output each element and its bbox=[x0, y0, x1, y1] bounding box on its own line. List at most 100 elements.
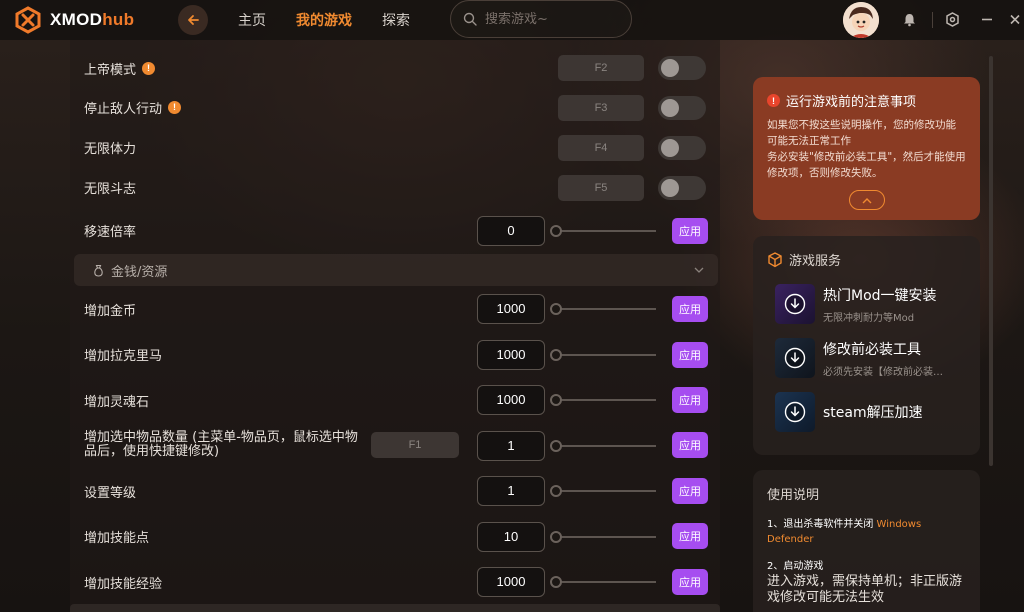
hotkey-badge[interactable]: F5 bbox=[558, 175, 644, 201]
cheat-toggle[interactable] bbox=[658, 136, 706, 160]
value-slider[interactable] bbox=[550, 394, 656, 406]
apply-button[interactable]: 应用 bbox=[672, 523, 708, 549]
section-money-resources[interactable]: 金钱/资源 bbox=[74, 254, 718, 286]
notice-card: ! 运行游戏前的注意事项 如果您不按这些说明操作，您的修改功能可能无法正常工作 … bbox=[753, 77, 980, 220]
collapse-button[interactable] bbox=[849, 190, 885, 210]
avatar-image bbox=[843, 2, 879, 38]
settings-icon[interactable] bbox=[945, 12, 960, 27]
resource-label: 增加技能经验 bbox=[84, 576, 163, 592]
value-slider[interactable] bbox=[550, 485, 656, 497]
resource-label: 增加技能点 bbox=[84, 530, 150, 546]
app-logo[interactable]: XMODhub bbox=[14, 6, 164, 34]
apply-button[interactable]: 应用 bbox=[672, 218, 708, 244]
service-item-steam-accelerate[interactable]: steam解压加速 bbox=[775, 392, 923, 432]
value-input[interactable]: 1 bbox=[477, 431, 545, 461]
box-icon bbox=[768, 251, 782, 267]
cheat-toggle[interactable] bbox=[658, 56, 706, 80]
notice-body: 如果您不按这些说明操作，您的修改功能可能无法正常工作 务必安装"修改前必装工具"… bbox=[767, 119, 966, 179]
value-input[interactable]: 1000 bbox=[477, 385, 545, 415]
toolbar-divider bbox=[932, 12, 933, 28]
apply-button[interactable]: 应用 bbox=[672, 569, 708, 595]
money-bag-icon bbox=[94, 264, 103, 277]
section-label: 金钱/资源 bbox=[111, 264, 168, 280]
service-item-required-tool[interactable]: 修改前必装工具 必须先安装【修改前必装工具】 bbox=[775, 338, 951, 378]
apply-button[interactable]: 应用 bbox=[672, 296, 708, 322]
service-thumbnail bbox=[775, 284, 815, 324]
warning-icon: ! bbox=[767, 94, 780, 107]
usage-title: 使用说明 bbox=[767, 488, 820, 503]
apply-button[interactable]: 应用 bbox=[672, 342, 708, 368]
notification-icon[interactable] bbox=[902, 12, 917, 27]
cheat-toggle[interactable] bbox=[658, 96, 706, 120]
value-slider[interactable] bbox=[550, 531, 656, 543]
cheat-label: 停止敌人行动! bbox=[84, 98, 182, 117]
service-thumbnail bbox=[775, 338, 815, 378]
resource-label: 增加灵魂石 bbox=[84, 394, 150, 410]
usage-step-2-title: 2、启动游戏 bbox=[767, 561, 824, 572]
search-icon bbox=[463, 12, 477, 26]
chevron-down-icon bbox=[694, 267, 704, 273]
service-subtitle: 必须先安装【修改前必装工具】 bbox=[823, 366, 951, 378]
speed-label: 移速倍率 bbox=[84, 224, 137, 240]
value-input[interactable]: 1000 bbox=[477, 340, 545, 370]
close-icon[interactable] bbox=[1008, 12, 1022, 27]
notice-title: ! 运行游戏前的注意事项 bbox=[767, 91, 966, 110]
apply-button[interactable]: 应用 bbox=[672, 432, 708, 458]
value-input[interactable]: 10 bbox=[477, 522, 545, 552]
app-name: XMODhub bbox=[50, 10, 135, 29]
user-avatar[interactable] bbox=[843, 2, 879, 38]
resource-label: 增加选中物品数量 (主菜单-物品页，鼠标选中物品后，使用快捷键修改) bbox=[84, 430, 358, 459]
cheat-label: 无限斗志 bbox=[84, 181, 137, 197]
next-section-edge bbox=[70, 604, 720, 612]
resource-label: 增加金币 bbox=[84, 303, 137, 319]
cheat-toggle[interactable] bbox=[658, 176, 706, 200]
value-slider[interactable] bbox=[550, 440, 656, 452]
game-services-card: 游戏服务 热门Mod一键安装 无限冲刺耐力等Mod 修改前必装工具 必须先安装【… bbox=[753, 236, 980, 455]
value-slider[interactable] bbox=[550, 349, 656, 361]
hotkey-badge[interactable]: F4 bbox=[558, 135, 644, 161]
service-name: steam解压加速 bbox=[823, 405, 923, 421]
value-input[interactable]: 1000 bbox=[477, 294, 545, 324]
info-icon[interactable]: ! bbox=[168, 100, 182, 114]
value-slider[interactable] bbox=[550, 303, 656, 315]
hotkey-badge[interactable]: F2 bbox=[558, 55, 644, 81]
chevron-up-icon bbox=[862, 197, 872, 203]
services-title: 游戏服务 bbox=[767, 250, 841, 269]
speed-slider[interactable] bbox=[550, 225, 656, 237]
value-input[interactable]: 1 bbox=[477, 476, 545, 506]
resource-row: 增加选中物品数量 (主菜单-物品页，鼠标选中物品后，使用快捷键修改) bbox=[84, 430, 369, 460]
nav-my-games[interactable]: 我的游戏 bbox=[296, 10, 352, 30]
download-icon bbox=[784, 347, 806, 369]
info-icon[interactable]: ! bbox=[142, 61, 156, 75]
value-slider[interactable] bbox=[550, 576, 656, 588]
hotkey-badge[interactable]: F1 bbox=[371, 432, 459, 458]
hotkey-badge[interactable]: F3 bbox=[558, 95, 644, 121]
xmod-logo-icon bbox=[15, 6, 41, 34]
service-thumbnail bbox=[775, 392, 815, 432]
cheat-label: 无限体力 bbox=[84, 141, 137, 157]
download-icon bbox=[784, 293, 806, 315]
resource-label: 增加拉克里马 bbox=[84, 348, 163, 364]
download-icon bbox=[784, 401, 806, 423]
back-button[interactable] bbox=[178, 5, 208, 35]
scrollbar[interactable] bbox=[989, 56, 993, 466]
arrow-left-icon bbox=[188, 15, 199, 25]
value-input[interactable]: 1000 bbox=[477, 567, 545, 597]
cheat-label: 上帝模式! bbox=[84, 59, 156, 78]
service-subtitle: 无限冲刺耐力等Mod bbox=[823, 312, 915, 324]
nav-home[interactable]: 主页 bbox=[238, 10, 266, 30]
service-item-hot-mod[interactable]: 热门Mod一键安装 无限冲刺耐力等Mod bbox=[775, 284, 951, 324]
minimize-icon[interactable] bbox=[980, 12, 994, 27]
apply-button[interactable]: 应用 bbox=[672, 478, 708, 504]
search-box[interactable] bbox=[450, 0, 632, 38]
main-nav: 主页 我的游戏 探索 bbox=[238, 10, 440, 30]
usage-step-1: 1、退出杀毒软件并关闭 Windows Defender bbox=[767, 519, 922, 545]
usage-instructions-card: 使用说明 1、退出杀毒软件并关闭 Windows Defender 2、启动游戏 … bbox=[753, 470, 980, 612]
nav-explore[interactable]: 探索 bbox=[382, 10, 410, 30]
resource-label: 设置等级 bbox=[84, 485, 137, 501]
usage-step-2-desc: 进入游戏，需保持单机；非正版游戏修改可能无法生效 bbox=[767, 574, 963, 605]
apply-button[interactable]: 应用 bbox=[672, 387, 708, 413]
service-name: 修改前必装工具 bbox=[823, 341, 921, 358]
search-input[interactable] bbox=[485, 11, 615, 27]
speed-input[interactable]: 0 bbox=[477, 216, 545, 246]
